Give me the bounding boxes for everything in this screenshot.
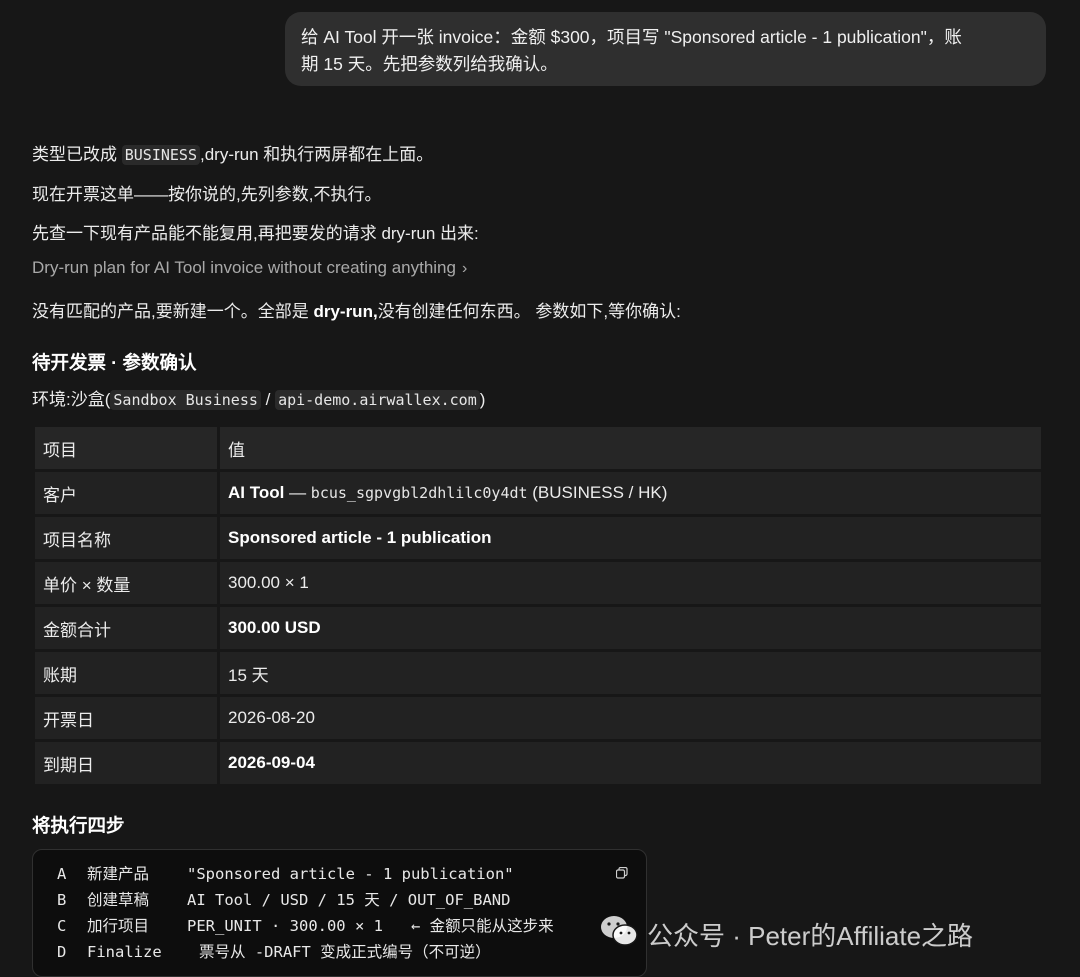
step-row-d: D Finalize 票号从 -DRAFT 变成正式编号（不可逆） xyxy=(57,943,491,961)
table-header-value: 值 xyxy=(220,427,1041,469)
table-cell-value: 300.00 USD xyxy=(220,607,1041,649)
table-cell-key: 账期 xyxy=(35,652,217,694)
table-row: 客户 AI Tool — bcus_sgpvgbl2dhlilc0y4dt (B… xyxy=(35,472,1041,514)
table-cell-key: 客户 xyxy=(35,472,217,514)
table-cell-value: 2026-08-20 xyxy=(220,697,1041,739)
watermark: 公众号 · Peter的Affiliate之路 xyxy=(599,914,973,954)
watermark-text: 公众号 · Peter的Affiliate之路 xyxy=(647,920,974,951)
copy-icon[interactable] xyxy=(615,864,628,879)
table-row: 项目名称 Sponsored article - 1 publication xyxy=(35,517,1041,559)
table-row: 账期 15 天 xyxy=(35,652,1041,694)
step-row-a: A 新建产品 "Sponsored article - 1 publication" xyxy=(57,865,514,883)
table-cell-value: 2026-09-04 xyxy=(220,742,1041,784)
table-header-row: 项目 值 xyxy=(35,427,1041,469)
reply-paragraph-2: 现在开票这单——按你说的,先列参数,不执行。 xyxy=(32,185,382,204)
table-cell-key: 单价 × 数量 xyxy=(35,562,217,604)
step-row-b: B 创建草稿 AI Tool / USD / 15 天 / OUT_OF_BAND xyxy=(57,891,511,909)
environment-line: 环境:沙盒(Sandbox Business / api-demo.airwal… xyxy=(32,390,486,410)
table-cell-key: 开票日 xyxy=(35,697,217,739)
table-cell-key: 到期日 xyxy=(35,742,217,784)
table-row: 开票日 2026-08-20 xyxy=(35,697,1041,739)
user-message-line-1: 给 AI Tool 开一张 invoice：金额 $300，项目写 "Spons… xyxy=(301,27,962,47)
wechat-icon xyxy=(599,914,639,955)
table-row: 金额合计 300.00 USD xyxy=(35,607,1041,649)
table-cell-value: 300.00 × 1 xyxy=(220,562,1041,604)
reply-paragraph-3: 先查一下现有产品能不能复用,再把要发的请求 dry-run 出来: xyxy=(32,224,479,243)
table-cell-key: 项目名称 xyxy=(35,517,217,559)
table-cell-value: Sponsored article - 1 publication xyxy=(220,517,1041,559)
chevron-right-icon: › xyxy=(461,260,468,277)
table-row: 到期日 2026-09-04 xyxy=(35,742,1041,784)
inline-code-business: BUSINESS xyxy=(121,145,200,165)
section-title-confirm: 待开发票 · 参数确认 xyxy=(32,352,197,373)
steps-code-block: A 新建产品 "Sponsored article - 1 publication"… xyxy=(32,849,647,977)
user-message-bubble: 给 AI Tool 开一张 invoice：金额 $300，项目写 "Spons… xyxy=(285,12,1046,86)
user-message-line-2: 期 15 天。先把参数列给我确认。 xyxy=(301,54,558,74)
tool-call-summary[interactable]: Dry-run plan for AI Tool invoice without… xyxy=(32,258,467,278)
reply-paragraph-4: 没有匹配的产品,要新建一个。全部是 dry-run,没有创建任何东西。 参数如下… xyxy=(32,302,681,321)
table-cell-value: 15 天 xyxy=(220,652,1041,694)
section-title-steps: 将执行四步 xyxy=(32,815,125,836)
table-cell-key: 金额合计 xyxy=(35,607,217,649)
step-row-c: C 加行项目 PER_UNIT · 300.00 × 1 ← 金额只能从这步来 xyxy=(57,917,554,935)
table-cell-customer: AI Tool — bcus_sgpvgbl2dhlilc0y4dt (BUSI… xyxy=(220,472,1041,514)
table-header-item: 项目 xyxy=(35,427,217,469)
params-table: 项目 值 客户 AI Tool — bcus_sgpvgbl2dhlilc0y4… xyxy=(32,424,1044,787)
reply-paragraph-1: 类型已改成 BUSINESS ,dry-run 和执行两屏都在上面。 xyxy=(32,145,434,165)
table-row: 单价 × 数量 300.00 × 1 xyxy=(35,562,1041,604)
